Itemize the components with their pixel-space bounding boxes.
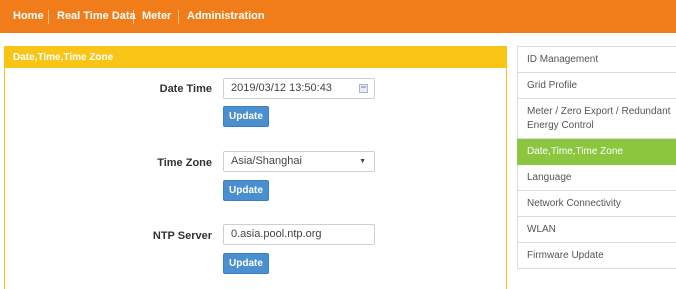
top-nav: Home Real Time Data Meter Administration [0, 0, 676, 33]
nav-real-time-data[interactable]: Real Time Data [57, 0, 136, 33]
nav-divider [133, 10, 134, 24]
menu-item-language[interactable]: Language [517, 165, 676, 191]
date-time-panel: Date,Time,Time Zone Date Time 2019/03/12… [4, 46, 507, 289]
menu-item-meter-zero-export[interactable]: Meter / Zero Export / Redundant Energy C… [517, 99, 676, 139]
panel-title: Date,Time,Time Zone [5, 47, 506, 68]
update-ntp-server-button[interactable]: Update [223, 253, 269, 274]
admin-side-menu: ID Management Grid Profile Meter / Zero … [517, 46, 676, 269]
time-zone-label: Time Zone [157, 157, 212, 169]
nav-divider [178, 10, 179, 24]
nav-divider [48, 10, 49, 24]
date-time-value: 2019/03/12 13:50:43 [231, 82, 332, 94]
date-time-label: Date Time [159, 83, 212, 95]
time-zone-select[interactable]: Asia/Shanghai ▼ [223, 151, 375, 172]
time-zone-value: Asia/Shanghai [231, 155, 302, 167]
nav-administration[interactable]: Administration [187, 0, 265, 33]
menu-item-date-time-zone[interactable]: Date,Time,Time Zone [517, 139, 676, 165]
menu-item-wlan[interactable]: WLAN [517, 217, 676, 243]
menu-item-firmware-update[interactable]: Firmware Update [517, 243, 676, 269]
menu-item-grid-profile[interactable]: Grid Profile [517, 73, 676, 99]
chevron-down-icon: ▼ [359, 158, 366, 165]
nav-home[interactable]: Home [13, 0, 44, 33]
date-time-input[interactable]: 2019/03/12 13:50:43 [223, 78, 375, 99]
ntp-server-input[interactable]: 0.asia.pool.ntp.org [223, 224, 375, 245]
nav-meter[interactable]: Meter [142, 0, 171, 33]
menu-item-network-connectivity[interactable]: Network Connectivity [517, 191, 676, 217]
calendar-icon[interactable] [359, 84, 368, 93]
update-time-zone-button[interactable]: Update [223, 180, 269, 201]
menu-item-id-management[interactable]: ID Management [517, 47, 676, 73]
ntp-server-label: NTP Server [152, 230, 212, 242]
ntp-server-value: 0.asia.pool.ntp.org [231, 228, 322, 240]
update-date-time-button[interactable]: Update [223, 106, 269, 127]
